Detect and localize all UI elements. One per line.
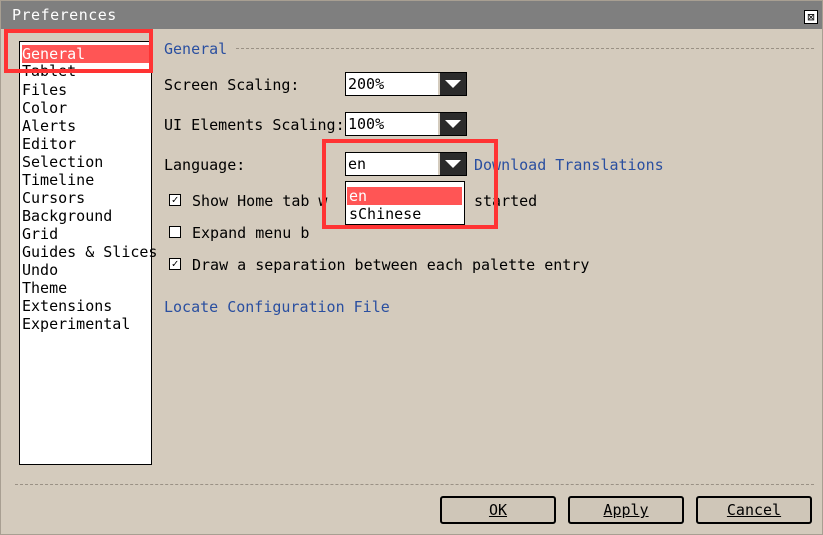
expand-menu-checkbox[interactable] xyxy=(169,226,181,238)
ui-scaling-select[interactable]: 100% xyxy=(345,112,467,136)
window-title: Preferences xyxy=(12,6,117,24)
sidebar-item-alerts[interactable]: Alerts xyxy=(22,117,76,135)
sidebar-item-timeline[interactable]: Timeline xyxy=(22,171,94,189)
chevron-down-icon[interactable] xyxy=(438,73,466,95)
group-divider xyxy=(236,48,814,49)
highlight-box-general xyxy=(4,29,153,73)
cancel-button[interactable]: Cancel xyxy=(696,496,812,524)
sidebar-item-files[interactable]: Files xyxy=(22,81,67,99)
preferences-dialog: Preferences ⊠ Tablet General Files Color… xyxy=(0,0,823,535)
locate-config-link[interactable]: Locate Configuration File xyxy=(164,298,390,316)
sidebar-item-theme[interactable]: Theme xyxy=(22,279,67,297)
preferences-sidebar: Tablet General Files Color Alerts Editor… xyxy=(19,41,157,465)
screen-scaling-select[interactable]: 200% xyxy=(345,72,467,96)
draw-separation-checkbox[interactable]: ✓ xyxy=(169,258,181,270)
sidebar-item-experimental[interactable]: Experimental xyxy=(22,315,130,333)
sidebar-item-editor[interactable]: Editor xyxy=(22,135,76,153)
ui-scaling-label: UI Elements Scaling: xyxy=(164,116,345,134)
sidebar-item-guides-slices[interactable]: Guides & Slices xyxy=(22,243,157,261)
chevron-down-icon[interactable] xyxy=(438,113,466,135)
sidebar-item-color[interactable]: Color xyxy=(22,99,67,117)
draw-separation-label: Draw a separation between each palette e… xyxy=(192,256,590,274)
screen-scaling-value: 200% xyxy=(348,75,385,93)
sidebar-item-background[interactable]: Background xyxy=(22,207,112,225)
download-translations-link[interactable]: Download Translations xyxy=(474,156,664,174)
apply-button[interactable]: Apply xyxy=(568,496,684,524)
bottom-divider xyxy=(15,484,814,485)
sidebar-item-extensions[interactable]: Extensions xyxy=(22,297,112,315)
sidebar-item-undo[interactable]: Undo xyxy=(22,261,58,279)
title-bar[interactable]: Preferences ⊠ xyxy=(1,1,822,29)
screen-scaling-label: Screen Scaling: xyxy=(164,76,300,94)
highlight-box-language xyxy=(322,139,498,229)
show-home-checkbox[interactable]: ✓ xyxy=(169,194,181,206)
language-label: Language: xyxy=(164,156,246,174)
group-label-general: General xyxy=(164,40,228,58)
sidebar-item-grid[interactable]: Grid xyxy=(22,225,58,243)
sidebar-item-selection[interactable]: Selection xyxy=(22,153,103,171)
ui-scaling-value: 100% xyxy=(348,115,385,133)
ok-button[interactable]: OK xyxy=(440,496,556,524)
close-icon[interactable]: ⊠ xyxy=(804,10,818,24)
sidebar-item-cursors[interactable]: Cursors xyxy=(22,189,85,207)
show-home-label: Show Home tab w xyxy=(192,192,328,210)
expand-menu-label: Expand menu b xyxy=(192,224,310,242)
